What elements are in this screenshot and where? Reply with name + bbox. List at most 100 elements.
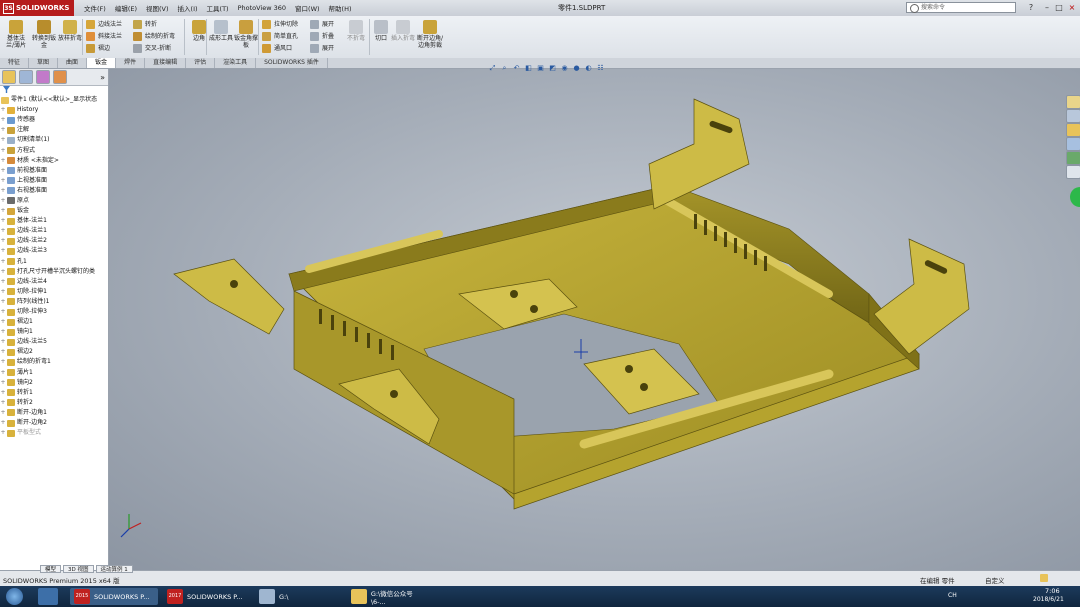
tree-item[interactable]: + 原点	[0, 196, 108, 206]
start-button[interactable]	[6, 588, 23, 605]
file-explorer-icon[interactable]	[1066, 123, 1080, 137]
hem-button[interactable]: 褶边	[86, 43, 110, 54]
view-orientation-icon[interactable]: ▣	[536, 64, 545, 73]
tree-item[interactable]: + 孔1	[0, 257, 108, 267]
display-style-icon[interactable]: ◩	[548, 64, 557, 73]
tree-item[interactable]: + 右视基准面	[0, 186, 108, 196]
expand-icon[interactable]: +	[0, 186, 6, 196]
extruded-cut-button[interactable]: 拉伸切除	[262, 19, 298, 30]
graphics-area[interactable]	[109, 69, 1080, 570]
tree-item[interactable]: + 边线-法兰4	[0, 277, 108, 287]
expand-icon[interactable]: +	[0, 378, 6, 388]
expand-icon[interactable]: +	[0, 347, 6, 357]
expand-icon[interactable]: +	[0, 388, 6, 398]
view-settings-icon[interactable]: ☷	[596, 64, 605, 73]
corners-button[interactable]: 边角	[187, 20, 211, 42]
tree-item[interactable]: + 镜向1	[0, 327, 108, 337]
menu-help[interactable]: 帮助(H)	[329, 3, 352, 13]
zoom-area-icon[interactable]: ⌕	[500, 64, 509, 73]
menu-tools[interactable]: 工具(T)	[207, 3, 229, 13]
tab-render-tools[interactable]: 渲染工具	[215, 58, 257, 68]
simple-hole-button[interactable]: 简单直孔	[262, 31, 298, 42]
convert-sheetmetal-button[interactable]: 转换到钣金	[32, 20, 56, 49]
no-bends-button[interactable]: 不折弯	[344, 20, 368, 42]
tree-item[interactable]: + 绘制的折弯1	[0, 357, 108, 367]
rebuild-icon[interactable]	[1040, 574, 1048, 582]
tree-item[interactable]: + 边线-法兰1	[0, 226, 108, 236]
menu-window[interactable]: 窗口(W)	[295, 3, 320, 13]
fold-button[interactable]: 折叠	[310, 31, 334, 42]
tree-item[interactable]: + 转折1	[0, 388, 108, 398]
tree-item[interactable]: + 褶边1	[0, 317, 108, 327]
tree-item[interactable]: + 钣金	[0, 206, 108, 216]
tab-3d-views[interactable]: 3D 视图	[63, 565, 94, 573]
minimize-button[interactable]: –	[1041, 2, 1053, 13]
tree-item[interactable]: + 注解	[0, 125, 108, 135]
menu-view[interactable]: 视图(V)	[146, 3, 169, 13]
base-flange-button[interactable]: 基体法兰/薄片	[4, 20, 28, 49]
maximize-button[interactable]: □	[1053, 2, 1065, 13]
tree-item[interactable]: + 基体-法兰1	[0, 216, 108, 226]
tree-item[interactable]: + 边线-法兰3	[0, 246, 108, 256]
tree-item[interactable]: + 材质 <未指定>	[0, 156, 108, 166]
taskbar-item-sw2017[interactable]: 2017 SOLIDWORKS P...	[163, 588, 251, 605]
apply-scene-icon[interactable]: ◐	[584, 64, 593, 73]
rip-button[interactable]: 切口	[369, 20, 393, 42]
view-palette-icon[interactable]	[1066, 137, 1080, 151]
expand-icon[interactable]: +	[0, 277, 6, 287]
expand-icon[interactable]: +	[0, 337, 6, 347]
expand-icon[interactable]: +	[0, 267, 6, 277]
expand-icon[interactable]: +	[0, 357, 6, 367]
tree-item[interactable]: + 薄片1	[0, 368, 108, 378]
tree-item[interactable]: + 切除-拉伸3	[0, 307, 108, 317]
expand-icon[interactable]: +	[0, 246, 6, 256]
expand-icon[interactable]: +	[0, 125, 6, 135]
pinned-app-icon[interactable]	[38, 588, 58, 605]
jog-button[interactable]: 转折	[133, 19, 157, 30]
hide-show-icon[interactable]: ◉	[560, 64, 569, 73]
help-icon[interactable]: ?	[1025, 2, 1037, 13]
tree-item[interactable]: + 前视基准面	[0, 166, 108, 176]
expand-icon[interactable]: +	[0, 307, 6, 317]
tree-item[interactable]: + 打孔尺寸开槽半沉头螺钉的类	[0, 267, 108, 277]
units-dropdown[interactable]: 自定义	[985, 575, 1005, 585]
tree-item[interactable]: + 平板型式	[0, 428, 108, 438]
miter-flange-button[interactable]: 斜接法兰	[86, 31, 122, 42]
taskbar-item-sw2015[interactable]: 2015 SOLIDWORKS P...	[70, 588, 158, 605]
gusset-button[interactable]: 钣金角撑板	[234, 20, 258, 49]
tree-item[interactable]: + History	[0, 105, 108, 115]
expand-icon[interactable]: +	[0, 408, 6, 418]
solidworks-logo[interactable]: 3S SOLIDWORKS	[0, 0, 74, 16]
tree-item[interactable]: + 边线-法兰2	[0, 236, 108, 246]
tab-motion-study[interactable]: 运动算例 1	[95, 565, 133, 573]
expand-icon[interactable]: +	[0, 398, 6, 408]
tab-evaluate[interactable]: 评估	[186, 58, 216, 68]
expand-icon[interactable]: +	[0, 327, 6, 337]
expand-icon[interactable]: +	[0, 257, 6, 267]
config-manager-tab-icon[interactable]	[36, 70, 50, 84]
search-input[interactable]: 搜索命令	[906, 2, 1016, 13]
clock-time[interactable]: 7:06	[1045, 587, 1060, 595]
expand-icon[interactable]: +	[0, 176, 6, 186]
menu-photoview[interactable]: PhotoView 360	[238, 4, 286, 12]
resources-icon[interactable]	[1066, 95, 1080, 109]
tree-item[interactable]: + 阵列(线性)1	[0, 297, 108, 307]
expand-icon[interactable]: +	[0, 236, 6, 246]
unfold-button[interactable]: 展开	[310, 19, 334, 30]
menu-edit[interactable]: 编辑(E)	[115, 3, 137, 13]
tab-surfaces[interactable]: 曲面	[58, 58, 88, 68]
tree-item[interactable]: + 断开-边角1	[0, 408, 108, 418]
filter-icon[interactable]	[3, 86, 10, 93]
flatten-button[interactable]: 展开	[310, 43, 334, 54]
tab-addins[interactable]: SOLIDWORKS 插件	[256, 58, 328, 68]
taskbar-item-explorer-wechat[interactable]: G:\微信公众号\6-...	[347, 588, 431, 606]
close-button[interactable]: ×	[1066, 2, 1078, 13]
expand-icon[interactable]: +	[0, 105, 6, 115]
tab-weldments[interactable]: 焊件	[116, 58, 146, 68]
feature-manager-tab-icon[interactable]	[2, 70, 16, 84]
input-language[interactable]: CH	[948, 592, 957, 599]
zoom-fit-icon[interactable]: ⤢	[488, 64, 497, 73]
edit-appearance-icon[interactable]: ●	[572, 64, 581, 73]
expand-icon[interactable]: +	[0, 287, 6, 297]
tab-sketch[interactable]: 草图	[29, 58, 59, 68]
